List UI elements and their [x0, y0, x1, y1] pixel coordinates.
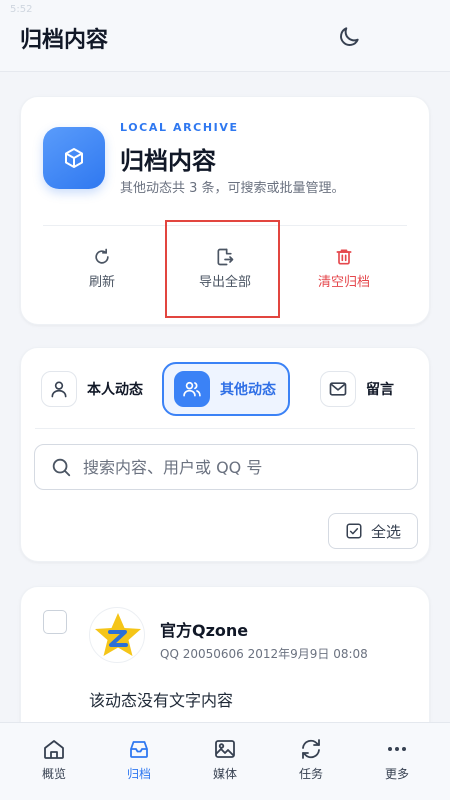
divider — [35, 428, 415, 429]
tab-self-posts[interactable]: 本人动态 — [41, 362, 143, 416]
clear-archive-label: 清空归档 — [317, 275, 370, 290]
nav-archive[interactable]: 归档 — [107, 737, 171, 782]
filter-card: 本人动态 其他动态 留言 全选 — [20, 347, 430, 562]
tab-self-posts-label: 本人动态 — [87, 382, 143, 398]
search-input[interactable] — [83, 453, 403, 481]
archive-icon — [130, 741, 148, 758]
select-all-label: 全选 — [370, 522, 401, 541]
nav-media-label: 媒体 — [212, 767, 237, 781]
summary-subtitle: 其他动态共 3 条，可搜索或批量管理。 — [120, 181, 345, 196]
nav-tasks-label: 任务 — [298, 767, 323, 781]
tab-other-posts-label: 其他动态 — [220, 382, 276, 398]
refresh-icon — [95, 248, 109, 264]
nav-more-label: 更多 — [384, 767, 409, 781]
nav-tasks[interactable]: 任务 — [279, 737, 343, 782]
tab-messages[interactable]: 留言 — [320, 362, 394, 416]
moon-icon[interactable] — [336, 24, 362, 50]
status-time: 5:52 — [10, 4, 33, 15]
post-content: 该动态没有文字内容 — [89, 691, 234, 710]
nav-media[interactable]: 媒体 — [193, 737, 257, 782]
trash-icon — [336, 249, 352, 265]
search-icon — [52, 458, 71, 477]
people-icon — [174, 371, 210, 407]
avatar — [89, 607, 145, 663]
nav-overview-label: 概览 — [41, 767, 66, 781]
eyebrow-label: LOCAL ARCHIVE — [120, 121, 239, 134]
post-author: 官方Qzone — [160, 621, 249, 640]
search-box — [34, 444, 418, 490]
refresh-label: 刷新 — [88, 275, 115, 290]
post-meta: QQ 20050606 2012年9月9日 08:08 — [160, 647, 368, 661]
sync-icon — [302, 739, 320, 759]
image-icon — [215, 740, 235, 758]
page-title: 归档内容 — [20, 28, 109, 53]
summary-card: LOCAL ARCHIVE 归档内容 其他动态共 3 条，可搜索或批量管理。 刷… — [20, 96, 430, 325]
more-icon — [388, 747, 406, 751]
post-checkbox[interactable] — [43, 610, 67, 634]
bottom-nav: 概览 归档 媒体 任务 更多 — [0, 722, 450, 800]
summary-title: 归档内容 — [120, 147, 216, 175]
top-bar: 5:52 归档内容 — [0, 0, 450, 72]
highlight-box — [165, 220, 280, 318]
tab-messages-label: 留言 — [366, 382, 394, 398]
person-icon — [41, 371, 77, 407]
nav-more[interactable]: 更多 — [365, 737, 429, 782]
tab-other-posts[interactable]: 其他动态 — [162, 362, 290, 416]
select-all-button[interactable]: 全选 — [328, 513, 418, 549]
home-icon — [44, 740, 64, 759]
mail-icon — [320, 371, 356, 407]
clear-archive-button[interactable]: 清空归档 — [289, 247, 399, 290]
cube-icon — [43, 127, 105, 189]
nav-archive-label: 归档 — [126, 767, 151, 781]
nav-overview[interactable]: 概览 — [22, 737, 86, 782]
checkbox-icon — [346, 523, 362, 539]
qzone-logo-icon — [95, 613, 141, 656]
refresh-button[interactable]: 刷新 — [47, 247, 157, 290]
